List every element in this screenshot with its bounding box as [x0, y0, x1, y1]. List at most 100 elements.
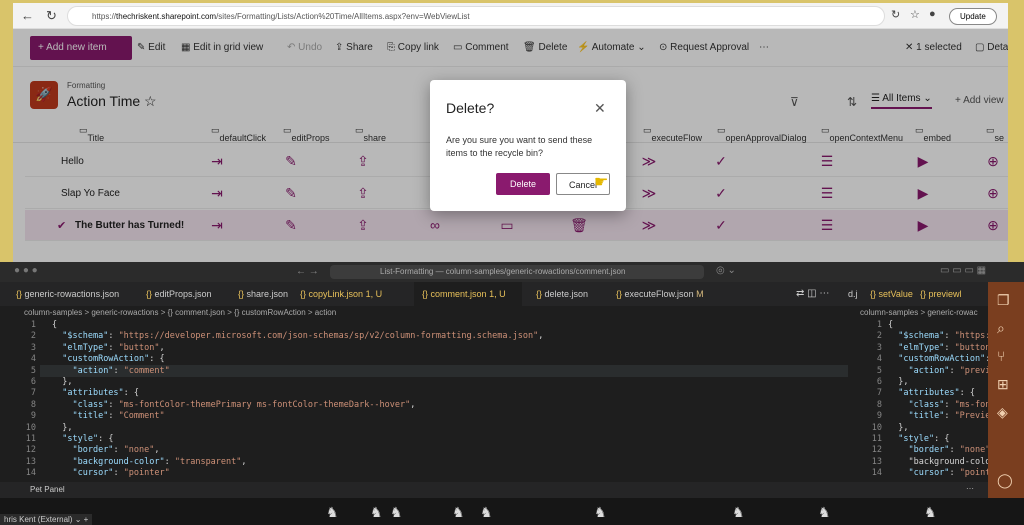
- tab-editprops[interactable]: {} editProps.json: [146, 282, 212, 306]
- tab-label: copyLink.json: [308, 289, 364, 299]
- code-line[interactable]: "background-color": "transparent",: [52, 457, 246, 467]
- code-line[interactable]: "elmType": "button",: [52, 343, 164, 353]
- code-line[interactable]: },: [52, 377, 72, 387]
- json-icon: {}: [536, 289, 543, 299]
- code-line[interactable]: "action": "preview: [888, 366, 988, 376]
- line-number: 2: [876, 331, 882, 342]
- code-line[interactable]: },: [888, 377, 908, 387]
- horse-icon: ♞: [818, 504, 831, 520]
- tab-preview[interactable]: {} previewl: [920, 282, 962, 306]
- code-line[interactable]: "background-color": [888, 457, 988, 467]
- search-icon[interactable]: ⌕: [997, 320, 1005, 337]
- horse-icon: ♞: [480, 504, 493, 520]
- account-icon[interactable]: ◯: [997, 472, 1013, 489]
- json-icon: {}: [300, 289, 307, 299]
- tab-label: editProps.json: [154, 289, 212, 299]
- code-line[interactable]: "border": "none",: [52, 445, 159, 455]
- confirm-delete-button[interactable]: Delete: [496, 173, 550, 195]
- tab-setvalue[interactable]: {} setValue: [870, 282, 913, 306]
- line-number: 10: [25, 422, 36, 433]
- code-line[interactable]: "attributes": {: [52, 388, 139, 398]
- line-number: 6: [30, 377, 36, 387]
- hand-cursor-icon: ☛: [594, 174, 609, 191]
- code-line[interactable]: "border": "none",: [888, 445, 988, 455]
- tab-share[interactable]: {} share.json: [238, 282, 288, 306]
- editor-breadcrumb[interactable]: column-samples > generic-rowactions > {}…: [24, 308, 336, 317]
- code-line[interactable]: "title": "Comment": [52, 411, 164, 421]
- browser-frame: ← ↻ https://thechriskent.sharepoint.com/…: [0, 0, 1024, 262]
- code-line[interactable]: "style": {: [52, 434, 113, 444]
- horse-icon: ♞: [452, 504, 465, 520]
- tab-delete[interactable]: {} delete.json: [536, 282, 588, 306]
- code-line[interactable]: "$schema": "https:/: [888, 331, 988, 341]
- remote-icon[interactable]: ◈: [997, 404, 1008, 421]
- refresh-page-icon[interactable]: ↻: [891, 8, 900, 21]
- code-line[interactable]: "customRowAction": {: [52, 354, 164, 364]
- code-line[interactable]: {: [52, 320, 57, 330]
- favorites-icon[interactable]: ☆: [910, 8, 920, 21]
- line-number: 3: [30, 342, 36, 353]
- code-line[interactable]: "action": "comment": [52, 366, 169, 376]
- horse-icon: ♞: [732, 504, 745, 520]
- line-number: 4: [876, 354, 882, 365]
- code-line[interactable]: "class": "ms-font: [888, 400, 988, 410]
- code-line[interactable]: "title": "Preview: [888, 411, 988, 421]
- editor-actions-icon[interactable]: ⇄ ◫ ⋯: [796, 288, 829, 299]
- horse-icon: ♞: [370, 504, 383, 520]
- tab-comment[interactable]: {} comment.json 1, U: [414, 282, 522, 306]
- line-number: 12: [25, 445, 36, 456]
- url-field[interactable]: https://thechriskent.sharepoint.com/site…: [67, 6, 885, 26]
- command-center[interactable]: List-Formatting — column-samples/generic…: [330, 265, 704, 279]
- tab-copylink[interactable]: {} copyLink.json 1, U: [300, 282, 382, 306]
- panel-menu-icon[interactable]: ⋯: [966, 484, 974, 493]
- tab-executeflow[interactable]: {} executeFlow.json M: [616, 282, 704, 306]
- code-line[interactable]: "style": {: [888, 434, 949, 444]
- pet-panel-title[interactable]: Pet Panel: [30, 485, 65, 494]
- url-prefix: https://: [92, 12, 117, 21]
- vscode-window: ● ● ● ← → List-Formatting — column-sampl…: [0, 262, 1024, 525]
- json-icon: {}: [422, 289, 429, 299]
- line-number: 12: [871, 445, 882, 456]
- code-line[interactable]: "$schema": "https://developer.microsoft.…: [52, 331, 543, 341]
- tab-badge: 1, U: [489, 289, 506, 299]
- status-user[interactable]: hris Kent (External) ⌄ +: [0, 514, 93, 525]
- copilot-icon[interactable]: ◎ ⌄: [716, 265, 736, 276]
- update-button[interactable]: Update: [949, 8, 997, 25]
- refresh-icon[interactable]: ↻: [46, 8, 57, 24]
- horse-icon: ♞: [924, 504, 937, 520]
- tab-generic-rowactions[interactable]: {} generic-rowactions.json: [16, 282, 119, 306]
- close-icon[interactable]: ✕: [594, 100, 606, 117]
- code-line[interactable]: },: [52, 423, 72, 433]
- url-path: /sites/Formatting/Lists/Action%20Time/Al…: [216, 12, 470, 21]
- extensions-icon[interactable]: ⊞: [997, 376, 1009, 393]
- horse-icon: ♞: [326, 504, 339, 520]
- editor-breadcrumb-right[interactable]: column-samples > generic-rowac: [860, 308, 978, 317]
- window-controls-icon[interactable]: ● ● ●: [14, 265, 38, 276]
- explorer-icon[interactable]: ❐: [997, 292, 1010, 309]
- code-line[interactable]: "attributes": {: [888, 388, 975, 398]
- line-number: 14: [25, 468, 36, 479]
- code-line[interactable]: "class": "ms-fontColor-themePrimary ms-f…: [52, 400, 415, 410]
- code-line[interactable]: "elmType": "button": [888, 343, 988, 353]
- code-line[interactable]: {: [888, 320, 893, 330]
- line-number: 5: [30, 365, 36, 376]
- json-icon: {}: [16, 289, 23, 299]
- line-number: 8: [30, 399, 36, 410]
- tab-right-partial[interactable]: d.j: [848, 282, 858, 306]
- layout-icons[interactable]: ▭ ▭ ▭ ▦: [940, 265, 986, 276]
- back-icon[interactable]: ←: [21, 8, 34, 23]
- source-control-icon[interactable]: ⑂: [997, 348, 1005, 364]
- code-line[interactable]: "customRowAction": {: [888, 354, 988, 364]
- code-line[interactable]: "cursor": "pointer": [52, 468, 169, 478]
- editor-tabs: {} generic-rowactions.json {} editProps.…: [0, 282, 988, 306]
- vscode-titlebar: ● ● ● ← → List-Formatting — column-sampl…: [0, 262, 1024, 282]
- code-editor-right[interactable]: 1 {2 "$schema": "https:/ 3 "elmType": "but…: [860, 320, 988, 480]
- nav-arrows-icon[interactable]: ← →: [296, 266, 319, 277]
- line-number: 14: [871, 468, 882, 479]
- json-icon: {}: [616, 289, 623, 299]
- code-line[interactable]: },: [888, 423, 908, 433]
- tab-label: d.j: [848, 289, 858, 299]
- profile-icon[interactable]: ●: [929, 8, 936, 20]
- code-line[interactable]: "cursor": "pointe: [888, 468, 988, 478]
- code-editor[interactable]: 1 {2 "$schema": "https://developer.micros…: [0, 320, 850, 480]
